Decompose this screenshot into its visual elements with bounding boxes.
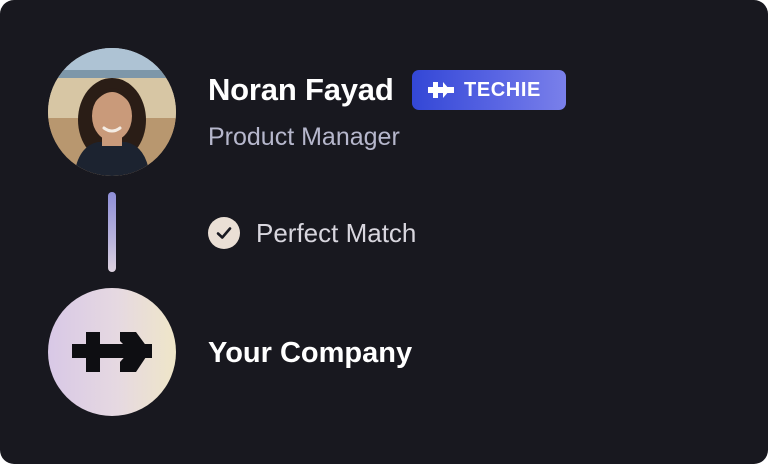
company-name: Your Company [208,337,413,369]
techie-badge: TECHIE [412,70,566,110]
company-logo [48,288,176,416]
match-card: Noran Fayad TECHIE Product Manager Perfe… [0,0,768,464]
brand-logo-icon [428,80,454,100]
candidate-name: Noran Fayad [208,72,394,107]
connector-line [108,192,116,272]
brand-logo-icon [72,332,152,372]
avatar [48,48,176,176]
badge-label: TECHIE [464,78,541,101]
check-circle-icon [208,217,240,249]
candidate-role: Product Manager [208,123,400,151]
match-status: Perfect Match [256,218,417,248]
profile-photo [48,48,176,176]
